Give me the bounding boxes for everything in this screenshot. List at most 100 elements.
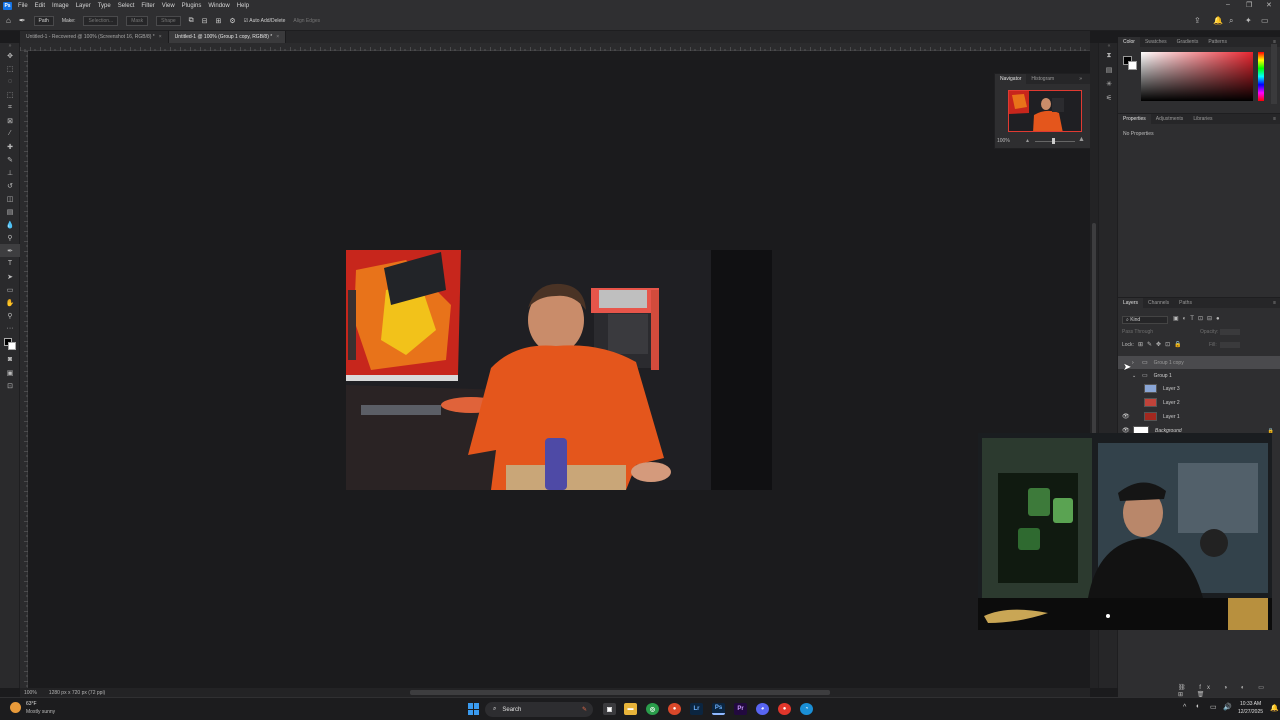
auto-add-delete-checkbox[interactable]: ☑ Auto Add/Delete bbox=[244, 18, 286, 24]
layers-footer-icons[interactable]: ⛓ fx ◑ ◐ ▭ ⊞ 🗑 bbox=[1178, 684, 1280, 698]
pen-tool-icon[interactable]: ✒ bbox=[0, 244, 20, 257]
status-doc-info[interactable]: 1280 px x 720 px (72 ppi) bbox=[49, 690, 105, 696]
collapse-arrow-icon[interactable]: ⌄ bbox=[1132, 373, 1142, 379]
brush-tool-icon[interactable]: ✎ bbox=[0, 153, 20, 166]
make-shape-button[interactable]: Shape bbox=[156, 15, 181, 26]
network-icon[interactable]: ▭ bbox=[1210, 703, 1217, 711]
clock-date[interactable]: 12/27/2025 bbox=[1238, 709, 1263, 715]
gradient-tool-icon[interactable]: ▤ bbox=[0, 205, 20, 218]
pen-tool-preset-icon[interactable]: ✒ bbox=[19, 16, 26, 25]
navigator-preview[interactable] bbox=[1008, 90, 1082, 132]
discord-icon[interactable]: ◕ bbox=[756, 703, 769, 715]
make-selection-button[interactable]: Selection... bbox=[83, 15, 119, 26]
tab-paths[interactable]: Paths bbox=[1174, 298, 1197, 308]
tab-gradients[interactable]: Gradients bbox=[1172, 37, 1204, 47]
type-tool-icon[interactable]: T bbox=[0, 257, 20, 270]
notification-bell-icon[interactable]: 🔔 bbox=[1270, 704, 1279, 712]
panel-menu-icon[interactable]: ≡ bbox=[1273, 300, 1276, 306]
horizontal-scrollbar[interactable] bbox=[20, 688, 1090, 697]
blend-mode-select[interactable]: Pass Through bbox=[1122, 329, 1153, 335]
edge-icon[interactable]: ◔ bbox=[800, 703, 813, 715]
tab-untitled-recovered[interactable]: Untitled-1 - Recovered @ 100% (Screensho… bbox=[20, 31, 169, 43]
photoshop-logo-icon[interactable]: Ps bbox=[3, 1, 12, 10]
rectangle-tool-icon[interactable]: ▭ bbox=[0, 283, 20, 296]
search-icon[interactable]: ⌕ bbox=[1229, 16, 1233, 26]
clone-stamp-tool-icon[interactable]: ⊥ bbox=[0, 166, 20, 179]
home-icon[interactable]: ⌂ bbox=[6, 16, 11, 25]
chrome-icon[interactable]: ◎ bbox=[646, 703, 659, 715]
menu-type[interactable]: Type bbox=[98, 3, 111, 9]
pen-mode-select[interactable]: Path bbox=[33, 15, 54, 26]
opacity-field[interactable] bbox=[1220, 329, 1240, 335]
brush-settings-panel-icon[interactable]: ⚟ bbox=[1099, 91, 1119, 105]
tab-untitled-1[interactable]: Untitled-1 @ 100% (Group 1 copy, RGB/8) … bbox=[168, 31, 287, 43]
dodge-tool-icon[interactable]: ⚲ bbox=[0, 231, 20, 244]
close-tab-icon[interactable]: × bbox=[276, 34, 279, 40]
weather-temp[interactable]: 63°F bbox=[26, 701, 37, 707]
path-selection-tool-icon[interactable]: ➤ bbox=[0, 270, 20, 283]
file-explorer-icon[interactable]: ▬ bbox=[624, 703, 637, 715]
crop-tool-icon[interactable]: ⌗ bbox=[0, 101, 20, 114]
volume-icon[interactable]: 🔊 bbox=[1223, 703, 1232, 711]
collapse-panel-icon[interactable]: » bbox=[1079, 76, 1082, 82]
clock-time[interactable]: 10:33 AM bbox=[1240, 701, 1261, 707]
share-icon[interactable]: ⇪ bbox=[1194, 16, 1201, 25]
zoom-out-icon[interactable]: ▴ bbox=[1026, 137, 1029, 144]
zoom-tool-icon[interactable]: ⚲ bbox=[0, 309, 20, 322]
blur-tool-icon[interactable]: 💧 bbox=[0, 218, 20, 231]
color-panel-scrollbar[interactable] bbox=[1271, 44, 1277, 104]
windows-start-icon[interactable] bbox=[468, 703, 480, 715]
menu-edit[interactable]: Edit bbox=[35, 3, 45, 9]
hue-slider[interactable] bbox=[1258, 52, 1264, 101]
eyedropper-tool-icon[interactable]: ⁄ bbox=[0, 127, 20, 140]
zoom-in-icon[interactable]: ▲ bbox=[1078, 136, 1085, 143]
tab-libraries[interactable]: Libraries bbox=[1188, 114, 1217, 124]
object-selection-tool-icon[interactable]: ⬚ bbox=[0, 88, 20, 101]
menu-file[interactable]: File bbox=[18, 3, 28, 9]
adjustments-panel-icon[interactable]: ✳ bbox=[1099, 77, 1119, 91]
lock-icons[interactable]: ⊞✎✥⊡🔒 bbox=[1138, 341, 1186, 348]
status-zoom[interactable]: 100% bbox=[24, 690, 37, 696]
menu-help[interactable]: Help bbox=[237, 3, 249, 9]
hand-tool-icon[interactable]: ✋ bbox=[0, 296, 20, 309]
workspace-icon[interactable]: ▭ bbox=[1261, 16, 1269, 25]
healing-brush-tool-icon[interactable]: ✚ bbox=[0, 140, 20, 153]
minimize-icon[interactable]: – bbox=[1226, 1, 1230, 8]
premiere-icon[interactable]: Pr bbox=[734, 703, 747, 715]
lightroom-icon[interactable]: Lr bbox=[690, 703, 703, 715]
menu-plugins[interactable]: Plugins bbox=[182, 3, 202, 9]
layer-filter-icons[interactable]: ▣◐T⊡⊟● bbox=[1173, 315, 1224, 322]
weather-icon[interactable] bbox=[10, 702, 21, 713]
tab-swatches[interactable]: Swatches bbox=[1140, 37, 1172, 47]
menu-select[interactable]: Select bbox=[118, 3, 135, 9]
extra-tool-icon[interactable]: ⊡ bbox=[0, 379, 20, 392]
discover-icon[interactable]: ✦ bbox=[1245, 16, 1252, 25]
tab-histogram[interactable]: Histogram bbox=[1026, 74, 1059, 84]
path-operations-icon[interactable]: ⧉ bbox=[189, 17, 194, 25]
eraser-tool-icon[interactable]: ◫ bbox=[0, 192, 20, 205]
history-brush-tool-icon[interactable]: ↺ bbox=[0, 179, 20, 192]
fill-field[interactable] bbox=[1220, 342, 1240, 348]
history-panel-icon[interactable]: ⧗ bbox=[1099, 49, 1119, 63]
weather-desc[interactable]: Mostly sunny bbox=[26, 709, 55, 715]
tab-channels[interactable]: Channels bbox=[1143, 298, 1174, 308]
streaming-app-icon[interactable]: ● bbox=[778, 703, 791, 715]
quick-mask-icon[interactable]: ◙ bbox=[0, 353, 20, 366]
menu-layer[interactable]: Layer bbox=[76, 3, 91, 9]
make-mask-button[interactable]: Mask bbox=[126, 15, 149, 26]
tab-adjustments[interactable]: Adjustments bbox=[1151, 114, 1189, 124]
layer-row-group-1[interactable]: ⌄ ▭ Group 1 bbox=[1118, 369, 1280, 382]
maximize-icon[interactable]: ❐ bbox=[1246, 1, 1252, 9]
layer-row-layer-2[interactable]: Layer 2 bbox=[1118, 396, 1280, 409]
color-swatches-icon[interactable] bbox=[0, 335, 20, 353]
navigator-zoom-slider[interactable] bbox=[1035, 141, 1075, 142]
tab-color[interactable]: Color bbox=[1118, 37, 1140, 47]
layer-filter-select[interactable]: ⌕ Kind bbox=[1122, 316, 1168, 324]
fg-bg-swatches[interactable] bbox=[1123, 56, 1137, 70]
photoshop-icon[interactable]: Ps bbox=[712, 703, 725, 715]
tab-navigator[interactable]: Navigator bbox=[995, 74, 1027, 84]
firefox-icon[interactable]: ● bbox=[668, 703, 681, 715]
tab-patterns[interactable]: Patterns bbox=[1203, 37, 1232, 47]
document-canvas[interactable] bbox=[346, 250, 772, 490]
notifications-icon[interactable]: 🔔 bbox=[1213, 16, 1223, 25]
